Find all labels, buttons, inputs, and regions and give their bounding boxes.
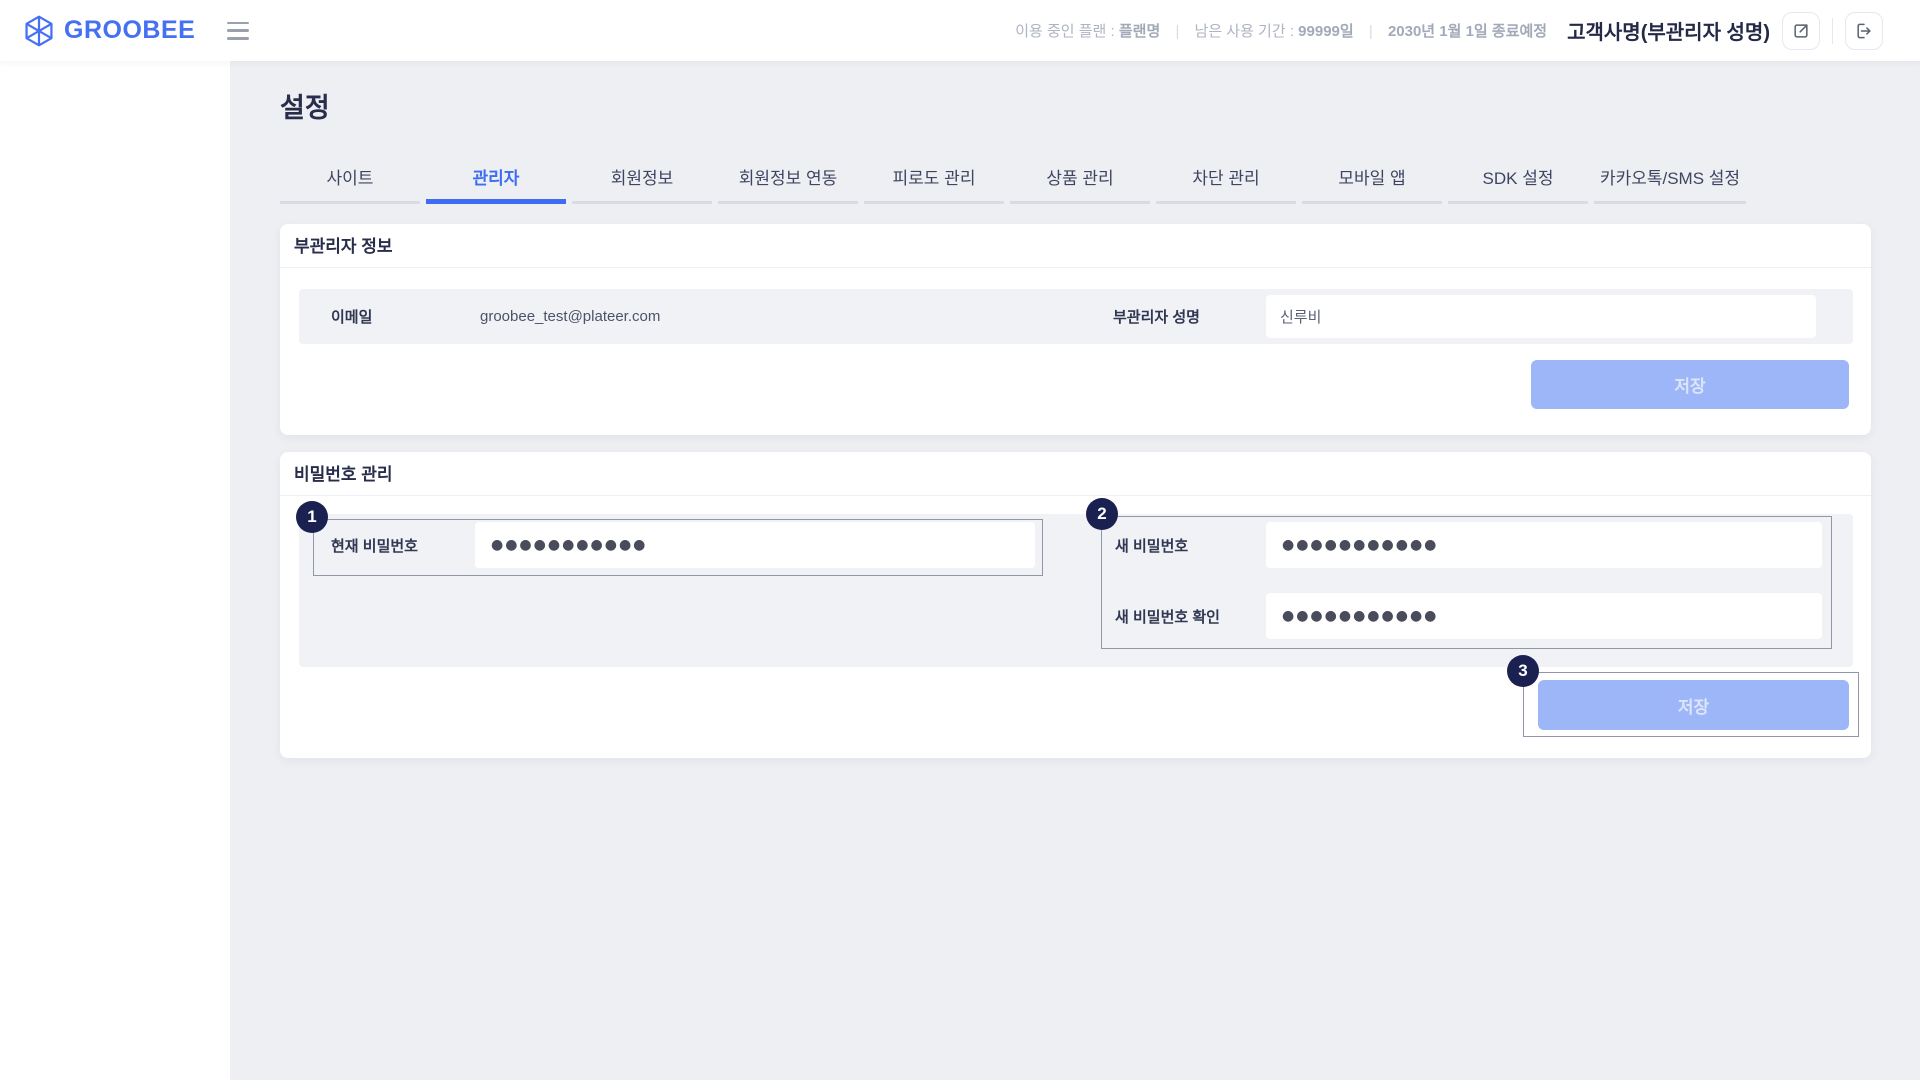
brand-logo[interactable]: GROOBEE xyxy=(22,14,195,48)
tab-member-info-link[interactable]: 회원정보 연동 xyxy=(718,150,858,204)
hamburger-bar xyxy=(227,29,249,32)
open-external-button[interactable] xyxy=(1782,12,1820,50)
hamburger-bar xyxy=(227,37,249,40)
remaining-value: 99999일 xyxy=(1298,23,1354,40)
current-password-label: 현재 비밀번호 xyxy=(331,535,475,556)
groobee-hexagon-icon xyxy=(22,14,56,48)
new-password-input[interactable] xyxy=(1266,522,1822,568)
header-divider xyxy=(1832,18,1833,44)
logout-icon xyxy=(1854,21,1874,41)
tab-kakao-sms[interactable]: 카카오톡/SMS 설정 xyxy=(1594,150,1746,204)
current-password-input[interactable] xyxy=(475,522,1035,568)
tab-admin[interactable]: 관리자 xyxy=(426,150,566,204)
annotation-step-3: 3 xyxy=(1507,655,1539,687)
page-title: 설정 xyxy=(280,86,330,125)
tab-fatigue[interactable]: 피로도 관리 xyxy=(864,150,1004,204)
subadmin-info-card: 부관리자 정보 이메일 groobee_test@plateer.com 부관리… xyxy=(280,224,1871,435)
plan-label: 이용 중인 플랜 : xyxy=(1015,23,1114,40)
tab-product[interactable]: 상품 관리 xyxy=(1010,150,1150,204)
settings-tabs: 사이트 관리자 회원정보 회원정보 연동 피로도 관리 상품 관리 차단 관리 … xyxy=(280,150,1752,204)
sidebar xyxy=(0,0,230,1080)
tab-sdk[interactable]: SDK 설정 xyxy=(1448,150,1588,204)
account-name: 고객사명(부관리자 성명) xyxy=(1567,16,1770,45)
subadmin-field-strip: 이메일 groobee_test@plateer.com 부관리자 성명 xyxy=(299,289,1853,344)
tab-block[interactable]: 차단 관리 xyxy=(1156,150,1296,204)
separator: | xyxy=(1369,23,1373,40)
tab-mobile-app[interactable]: 모바일 앱 xyxy=(1302,150,1442,204)
new-password-column: 새 비밀번호 새 비밀번호 확인 xyxy=(1076,514,1853,667)
password-section-title: 비밀번호 관리 xyxy=(280,452,1871,496)
subadmin-section-title: 부관리자 정보 xyxy=(280,224,1871,268)
tab-site[interactable]: 사이트 xyxy=(280,150,420,204)
current-password-column: 현재 비밀번호 xyxy=(299,514,1076,667)
topbar-right: 이용 중인 플랜 : 플랜명 | 남은 사용 기간 : 99999일 | 203… xyxy=(1015,12,1920,50)
confirm-password-input[interactable] xyxy=(1266,593,1822,639)
plan-value: 플랜명 xyxy=(1119,23,1160,40)
email-label: 이메일 xyxy=(331,306,480,327)
tab-member-info[interactable]: 회원정보 xyxy=(572,150,712,204)
hamburger-bar xyxy=(227,22,249,25)
external-link-icon xyxy=(1791,21,1811,41)
remaining-label: 남은 사용 기간 : xyxy=(1195,23,1294,40)
expiry-date: 2030년 1월 1일 종료예정 xyxy=(1388,23,1547,40)
brand-name: GROOBEE xyxy=(64,16,195,45)
app-root: GROOBEE 이용 중인 플랜 : 플랜명 | 남은 사용 기간 : 9999… xyxy=(0,0,1920,1080)
password-field-strip: 현재 비밀번호 새 비밀번호 새 비밀번호 확인 xyxy=(299,514,1853,667)
separator: | xyxy=(1175,23,1179,40)
subadmin-name-input[interactable] xyxy=(1266,295,1816,338)
annotation-step-1: 1 xyxy=(296,501,328,533)
plan-info: 이용 중인 플랜 : 플랜명 | 남은 사용 기간 : 99999일 | 203… xyxy=(1015,20,1547,41)
email-value: groobee_test@plateer.com xyxy=(480,308,660,325)
save-password-button[interactable]: 저장 xyxy=(1538,680,1849,730)
subadmin-name-label: 부관리자 성명 xyxy=(1113,306,1266,327)
confirm-password-label: 새 비밀번호 확인 xyxy=(1115,606,1266,627)
annotation-step-2: 2 xyxy=(1086,498,1118,530)
name-column: 부관리자 성명 xyxy=(1076,289,1853,344)
topbar: GROOBEE 이용 중인 플랜 : 플랜명 | 남은 사용 기간 : 9999… xyxy=(0,0,1920,61)
menu-toggle-button[interactable] xyxy=(227,22,251,40)
save-subadmin-button[interactable]: 저장 xyxy=(1531,360,1849,409)
email-column: 이메일 groobee_test@plateer.com xyxy=(299,289,1076,344)
logout-button[interactable] xyxy=(1845,12,1883,50)
new-password-label: 새 비밀번호 xyxy=(1115,535,1266,556)
password-card: 비밀번호 관리 현재 비밀번호 새 비밀번호 새 비밀번호 확인 저장 xyxy=(280,452,1871,758)
